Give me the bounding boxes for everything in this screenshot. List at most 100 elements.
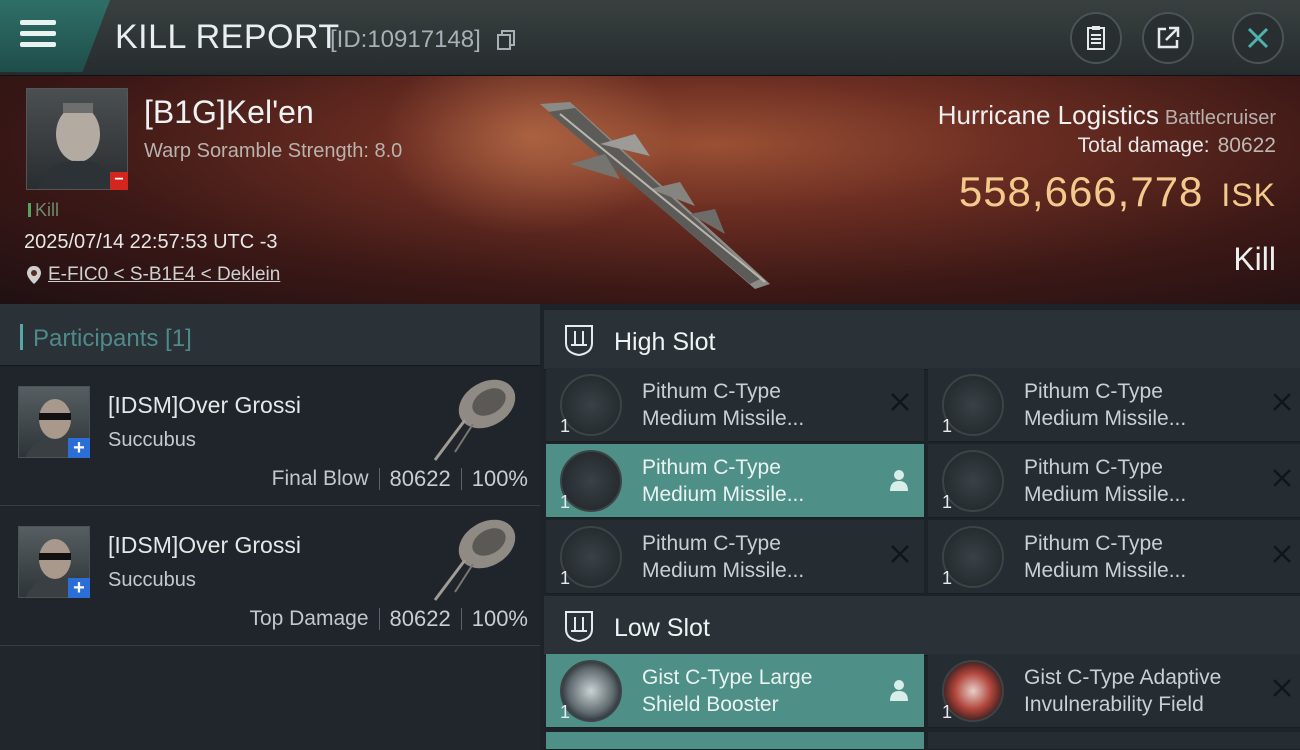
victim-name[interactable]: [B1G]Kel'en <box>144 94 314 131</box>
item-name: Pithum C-Type Medium Missile... <box>642 530 887 584</box>
high-slot-icon <box>565 325 593 357</box>
item-name-line1: Gist C-Type Large <box>642 666 813 689</box>
kill-result: Kill <box>1233 241 1276 277</box>
item-name-line1: Pithum C-Type <box>1024 532 1163 555</box>
item-name-line2: Medium Missile... <box>1024 483 1187 506</box>
module-item[interactable]: 1 Pithum C-Type Medium Missile... <box>928 444 1300 518</box>
isk-value: 558,666,778 ISK <box>959 168 1276 216</box>
destroyed-icon <box>891 393 909 411</box>
location-link[interactable]: E-FIC0 < S-B1E4 < Deklein <box>26 264 280 286</box>
friendly-badge: + <box>68 578 90 598</box>
kill-time: 2025/07/14 22:57:53 UTC -3 <box>24 231 278 253</box>
item-name-line1: Pithum C-Type <box>642 456 781 479</box>
item-name-line2: Shield Booster <box>642 693 779 716</box>
participant-row[interactable]: + [IDSM]Over Grossi Succubus Top Damage … <box>0 506 540 646</box>
module-item-partial[interactable] <box>546 732 924 750</box>
victim-ship-class: Battlecruiser <box>1164 107 1276 129</box>
item-quantity: 1 <box>942 492 953 512</box>
item-name-line2: Medium Missile... <box>1024 407 1187 430</box>
participant-name: [IDSM]Over Grossi <box>108 532 301 558</box>
participant-damage: 80622 <box>389 466 451 491</box>
item-quantity: 1 <box>942 702 953 722</box>
report-id: [ID:10917148] <box>330 26 481 53</box>
destroyed-icon <box>1273 393 1291 411</box>
stat-divider <box>378 608 380 630</box>
item-name-line1: Pithum C-Type <box>642 380 781 403</box>
item-name-line2: Medium Missile... <box>642 559 805 582</box>
copy-icon[interactable] <box>497 30 515 50</box>
menu-button[interactable] <box>0 0 110 72</box>
item-quantity: 1 <box>560 492 571 512</box>
module-item[interactable]: 1 Gist C-Type Adaptive Invulnerability Fi… <box>928 654 1300 728</box>
low-slot-header: Low Slot <box>544 596 1300 656</box>
location-pin-icon <box>27 266 41 284</box>
module-item[interactable]: 1 Pithum C-Type Medium Missile... <box>546 520 924 594</box>
warp-scramble-strength: Warp Soramble Strength: 8.0 <box>144 140 403 162</box>
stat-divider <box>378 468 380 490</box>
top-bar: KILL REPORT [ID:10917148] <box>0 0 1300 76</box>
participants-header: Participants [1] <box>0 304 540 366</box>
item-quantity: 1 <box>560 416 571 436</box>
module-item-partial[interactable] <box>928 732 1300 750</box>
item-name-line2: Medium Missile... <box>642 483 805 506</box>
share-icon <box>1157 26 1180 49</box>
participant-ship-image <box>433 519 516 601</box>
item-name-line1: Pithum C-Type <box>1024 456 1163 479</box>
participant-name: [IDSM]Over Grossi <box>108 392 301 418</box>
close-icon <box>1247 27 1269 49</box>
item-name-line1: Pithum C-Type <box>1024 380 1163 403</box>
stat-divider <box>460 468 462 490</box>
participant-stats: Top Damage 80622 100% <box>249 606 528 632</box>
module-item[interactable]: 1 Pithum C-Type Medium Missile... <box>928 520 1300 594</box>
victim-ship-name: Hurricane Logistics <box>937 100 1159 130</box>
module-item[interactable]: 1 Pithum C-Type Medium Missile... <box>928 368 1300 442</box>
participants-panel: Participants [1] + [IDSM]Over Grossi Suc… <box>0 304 540 750</box>
high-slot-header: High Slot <box>544 310 1300 370</box>
victim-ship[interactable]: Hurricane Logistics Battlecruiser <box>938 100 1276 131</box>
module-item[interactable]: 1 Pithum C-Type Medium Missile... <box>546 444 924 518</box>
module-item[interactable]: 1 Gist C-Type Large Shield Booster <box>546 654 924 728</box>
share-button[interactable] <box>1142 12 1194 64</box>
victim-panel: − [B1G]Kel'en Warp Soramble Strength: 8.… <box>0 76 1300 304</box>
item-quantity: 1 <box>560 568 571 588</box>
participant-ship-image <box>433 379 516 461</box>
total-damage-label: Total damage: <box>1077 134 1210 157</box>
ship-image <box>540 102 770 289</box>
kill-tag: Kill <box>28 200 59 221</box>
participant-role: Top Damage <box>249 607 369 630</box>
low-slot-icon <box>565 611 593 643</box>
clipboard-icon <box>1087 26 1105 50</box>
item-name: Pithum C-Type Medium Missile... <box>1024 454 1269 508</box>
destroyed-icon <box>1273 545 1291 563</box>
item-name-line2: Invulnerability Field <box>1024 693 1204 716</box>
item-quantity: 1 <box>942 416 953 436</box>
item-name: Pithum C-Type Medium Missile... <box>642 454 887 508</box>
total-damage-value: 80622 <box>1217 134 1276 157</box>
clipboard-button[interactable] <box>1070 12 1122 64</box>
item-quantity: 1 <box>560 702 571 722</box>
destroyed-icon <box>891 545 909 563</box>
participant-stats: Final Blow 80622 100% <box>272 466 528 492</box>
isk-unit: ISK <box>1221 177 1276 213</box>
dropped-icon <box>890 470 908 491</box>
isk-amount: 558,666,778 <box>958 168 1204 215</box>
fitting-panel: High Slot 1 Pithum C-Type Medium Missile.… <box>540 304 1300 750</box>
item-name-line2: Medium Missile... <box>642 407 805 430</box>
item-name: Gist C-Type Adaptive Invulnerability Fiel… <box>1024 664 1269 718</box>
location-text: E-FIC0 < S-B1E4 < Deklein <box>48 264 281 285</box>
high-slot-title: High Slot <box>614 328 716 356</box>
hostile-badge: − <box>110 172 128 190</box>
friendly-badge: + <box>68 438 90 458</box>
close-button[interactable] <box>1232 12 1284 64</box>
item-name-line1: Pithum C-Type <box>642 532 781 555</box>
participant-damage: 80622 <box>389 606 451 631</box>
destroyed-icon <box>1273 679 1291 697</box>
participant-ship: Succubus <box>108 569 196 591</box>
module-item[interactable]: 1 Pithum C-Type Medium Missile... <box>546 368 924 442</box>
participant-ship: Succubus <box>108 429 196 451</box>
item-name: Pithum C-Type Medium Missile... <box>642 378 887 432</box>
participant-percent: 100% <box>471 606 528 631</box>
item-name: Gist C-Type Large Shield Booster <box>642 664 887 718</box>
destroyed-icon <box>1273 469 1291 487</box>
participant-row[interactable]: + [IDSM]Over Grossi Succubus Final Blow … <box>0 366 540 506</box>
